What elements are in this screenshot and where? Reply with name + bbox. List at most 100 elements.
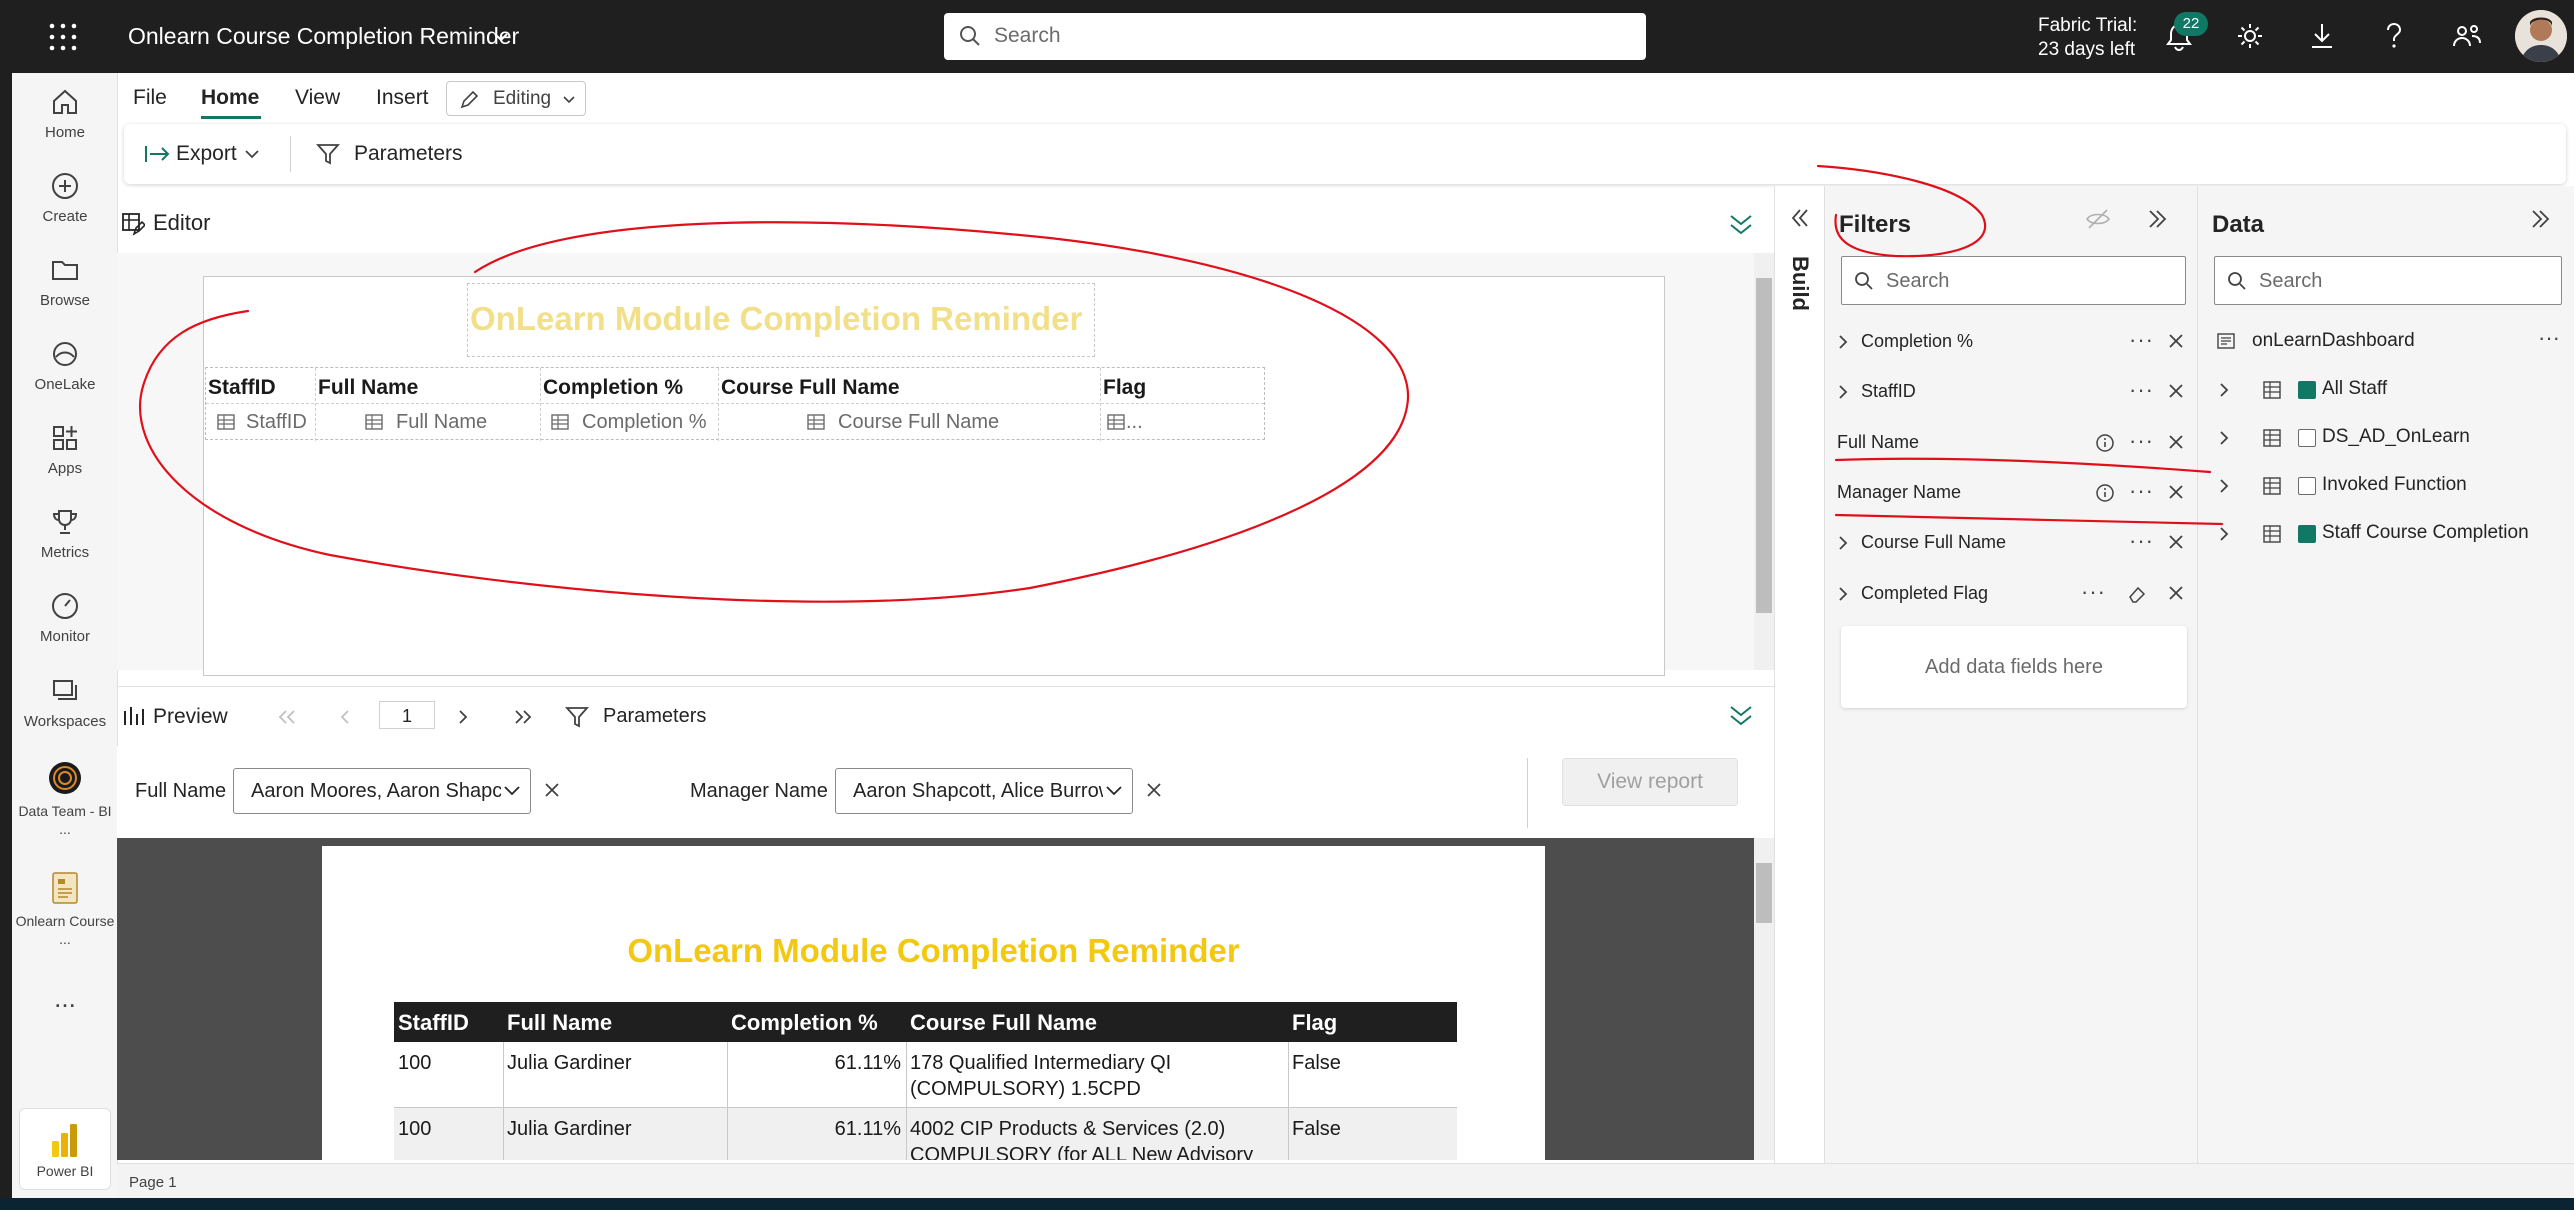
table-checkbox[interactable] bbox=[2298, 429, 2316, 447]
data-table-item[interactable]: Staff Course Completion bbox=[2198, 511, 2574, 555]
column-header[interactable]: Completion % bbox=[543, 376, 683, 400]
build-pane-collapsed[interactable]: Build bbox=[1774, 186, 1824, 1163]
global-search-input[interactable]: Search bbox=[944, 13, 1646, 60]
data-table-item[interactable]: DS_AD_OnLearn bbox=[2198, 415, 2574, 459]
collapse-right-icon[interactable] bbox=[2145, 208, 2169, 230]
chevron-right-icon[interactable] bbox=[2218, 430, 2230, 446]
field-placeholder[interactable]: ... bbox=[1126, 411, 1143, 434]
filter-card-completion[interactable]: Completion % ··· bbox=[1825, 319, 2199, 365]
more-options-icon[interactable]: ··· bbox=[2129, 377, 2154, 403]
table-checkbox[interactable] bbox=[2298, 525, 2316, 543]
filter-card-full-name[interactable]: Full Name ··· bbox=[1825, 420, 2199, 466]
design-table[interactable]: StaffID Full Name Completion % Course Fu… bbox=[205, 367, 1265, 441]
user-avatar[interactable] bbox=[2515, 10, 2567, 62]
column-header[interactable]: Flag bbox=[1103, 376, 1146, 400]
data-table-item[interactable]: All Staff bbox=[2198, 367, 2574, 411]
column-header[interactable]: StaffID bbox=[208, 376, 276, 400]
page-number-input[interactable]: 1 bbox=[379, 701, 435, 729]
editor-scrollbar[interactable] bbox=[1754, 253, 1774, 670]
table-checkbox[interactable] bbox=[2298, 381, 2316, 399]
share-people-icon[interactable] bbox=[2452, 22, 2482, 50]
field-placeholder[interactable]: Completion % bbox=[582, 411, 707, 434]
column-header[interactable]: Full Name bbox=[318, 376, 418, 400]
chevron-right-icon[interactable] bbox=[1837, 384, 1849, 400]
collapse-icon[interactable] bbox=[1727, 703, 1755, 729]
remove-filter-icon[interactable] bbox=[2167, 533, 2185, 551]
menu-file[interactable]: File bbox=[133, 86, 167, 110]
report-design-canvas[interactable]: OnLearn Module Completion Reminder Staff… bbox=[203, 276, 1665, 676]
nav-metrics[interactable]: Metrics bbox=[12, 507, 118, 562]
more-options-icon[interactable]: ··· bbox=[2538, 325, 2560, 351]
manager-param-select[interactable]: Aaron Shapcott, Alice Burrows bbox=[835, 768, 1133, 814]
clear-icon[interactable] bbox=[1144, 780, 1164, 800]
eye-hidden-icon[interactable] bbox=[2085, 208, 2111, 230]
more-options-icon[interactable]: ··· bbox=[2129, 327, 2154, 353]
export-button[interactable]: Export bbox=[176, 142, 237, 166]
info-icon[interactable] bbox=[2095, 433, 2115, 453]
info-icon[interactable] bbox=[2095, 483, 2115, 503]
filter-card-course-full-name[interactable]: Course Full Name ··· bbox=[1825, 520, 2199, 566]
parameters-button[interactable]: Parameters bbox=[354, 142, 463, 166]
filter-card-completed-flag[interactable]: Completed Flag ··· bbox=[1825, 571, 2199, 617]
remove-filter-icon[interactable] bbox=[2167, 382, 2185, 400]
preview-parameters-button[interactable]: Parameters bbox=[603, 705, 706, 728]
editing-mode-dropdown[interactable]: Editing bbox=[446, 81, 586, 116]
nav-workspaces[interactable]: Workspaces bbox=[12, 676, 118, 731]
more-options-icon[interactable]: ··· bbox=[2129, 478, 2154, 504]
remove-filter-icon[interactable] bbox=[2167, 332, 2185, 350]
remove-filter-icon[interactable] bbox=[2167, 433, 2185, 451]
chevron-right-icon[interactable] bbox=[1837, 334, 1849, 350]
dataset-item[interactable]: onLearnDashboard ··· bbox=[2198, 319, 2574, 363]
more-options-icon[interactable]: ··· bbox=[2081, 579, 2106, 605]
chevron-right-icon[interactable] bbox=[1837, 535, 1849, 551]
help-icon[interactable] bbox=[2383, 22, 2405, 50]
field-placeholder[interactable]: Course Full Name bbox=[838, 411, 999, 434]
more-options-icon[interactable]: ··· bbox=[2129, 528, 2154, 554]
next-page-icon[interactable] bbox=[457, 709, 469, 725]
column-header[interactable]: Course Full Name bbox=[721, 376, 900, 400]
report-title-textbox[interactable]: OnLearn Module Completion Reminder bbox=[467, 283, 1095, 357]
chevron-right-icon[interactable] bbox=[2218, 382, 2230, 398]
nav-home[interactable]: Home bbox=[12, 87, 118, 142]
trial-status[interactable]: Fabric Trial: 23 days left bbox=[2038, 14, 2137, 62]
remove-filter-icon[interactable] bbox=[2167, 483, 2185, 501]
full-name-param-select[interactable]: Aaron Moores, Aaron Shapcott bbox=[233, 768, 531, 814]
download-icon[interactable] bbox=[2309, 22, 2335, 50]
first-page-icon[interactable] bbox=[277, 709, 297, 725]
field-placeholder[interactable]: Full Name bbox=[396, 411, 487, 434]
view-report-button[interactable]: View report bbox=[1562, 758, 1738, 806]
more-icon[interactable]: ... bbox=[12, 983, 118, 1014]
app-launcher-icon[interactable] bbox=[48, 22, 78, 52]
nav-onlearn-report[interactable]: Onlearn Course ... bbox=[12, 871, 118, 948]
collapse-right-icon[interactable] bbox=[2528, 208, 2552, 230]
scrollbar-thumb[interactable] bbox=[1756, 863, 1772, 923]
powerbi-switcher[interactable]: Power BI bbox=[19, 1108, 111, 1190]
menu-view[interactable]: View bbox=[295, 86, 340, 110]
data-search-input[interactable]: Search bbox=[2214, 256, 2562, 305]
field-placeholder[interactable]: StaffID bbox=[246, 411, 307, 434]
nav-browse[interactable]: Browse bbox=[12, 255, 118, 310]
preview-scrollbar[interactable] bbox=[1754, 838, 1774, 1160]
data-table-item[interactable]: Invoked Function bbox=[2198, 463, 2574, 507]
table-checkbox[interactable] bbox=[2298, 477, 2316, 495]
chevron-right-icon[interactable] bbox=[1837, 586, 1849, 602]
filter-card-staffid[interactable]: StaffID ··· bbox=[1825, 369, 2199, 415]
previous-page-icon[interactable] bbox=[339, 709, 351, 725]
nav-onelake[interactable]: OneLake bbox=[12, 339, 118, 394]
chevron-right-icon[interactable] bbox=[2218, 478, 2230, 494]
nav-create[interactable]: Create bbox=[12, 171, 118, 226]
gear-icon[interactable] bbox=[2236, 22, 2264, 50]
menu-home[interactable]: Home bbox=[201, 86, 259, 110]
app-title[interactable]: Onlearn Course Completion Reminder bbox=[128, 23, 519, 50]
last-page-icon[interactable] bbox=[513, 709, 533, 725]
expand-left-icon[interactable] bbox=[1788, 206, 1812, 230]
nav-monitor[interactable]: Monitor bbox=[12, 591, 118, 646]
chevron-down-icon[interactable] bbox=[492, 28, 510, 46]
add-data-fields-dropzone[interactable]: Add data fields here bbox=[1841, 626, 2187, 708]
nav-apps[interactable]: Apps bbox=[12, 423, 118, 478]
filter-card-manager-name[interactable]: Manager Name ··· bbox=[1825, 470, 2199, 516]
filters-search-input[interactable]: Search bbox=[1841, 256, 2186, 305]
menu-insert[interactable]: Insert bbox=[376, 86, 429, 110]
nav-data-team-workspace[interactable]: Data Team - BI ... bbox=[12, 761, 118, 838]
chevron-right-icon[interactable] bbox=[2218, 526, 2230, 542]
